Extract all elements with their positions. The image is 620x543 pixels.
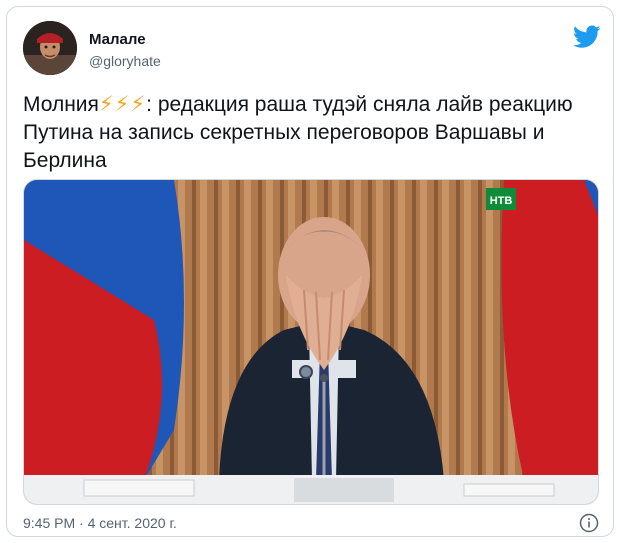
tweet-text-prefix: Молния: [23, 93, 99, 116]
twitter-bird-icon[interactable]: [573, 25, 601, 49]
tweet-card: Малале @gloryhate Молния⚡⚡⚡: редакция ра…: [6, 6, 614, 537]
ntv-watermark: НТВ: [490, 195, 513, 207]
lightning-emoji: ⚡⚡⚡: [98, 93, 147, 116]
flag-right: [501, 180, 598, 480]
tweet-media-photo[interactable]: НТВ: [23, 179, 599, 505]
tweet-text: Молния⚡⚡⚡: редакция раша тудэй сняла лай…: [23, 91, 603, 175]
author-name[interactable]: Малале: [89, 31, 146, 48]
info-icon[interactable]: [579, 513, 599, 533]
media-scene: НТВ: [24, 180, 598, 504]
tweet-timestamp[interactable]: 9:45 PM · 4 сент. 2020 г.: [23, 515, 177, 531]
author-handle[interactable]: @gloryhate: [89, 53, 161, 69]
avatar-image: [23, 21, 77, 75]
avatar[interactable]: [23, 21, 77, 75]
